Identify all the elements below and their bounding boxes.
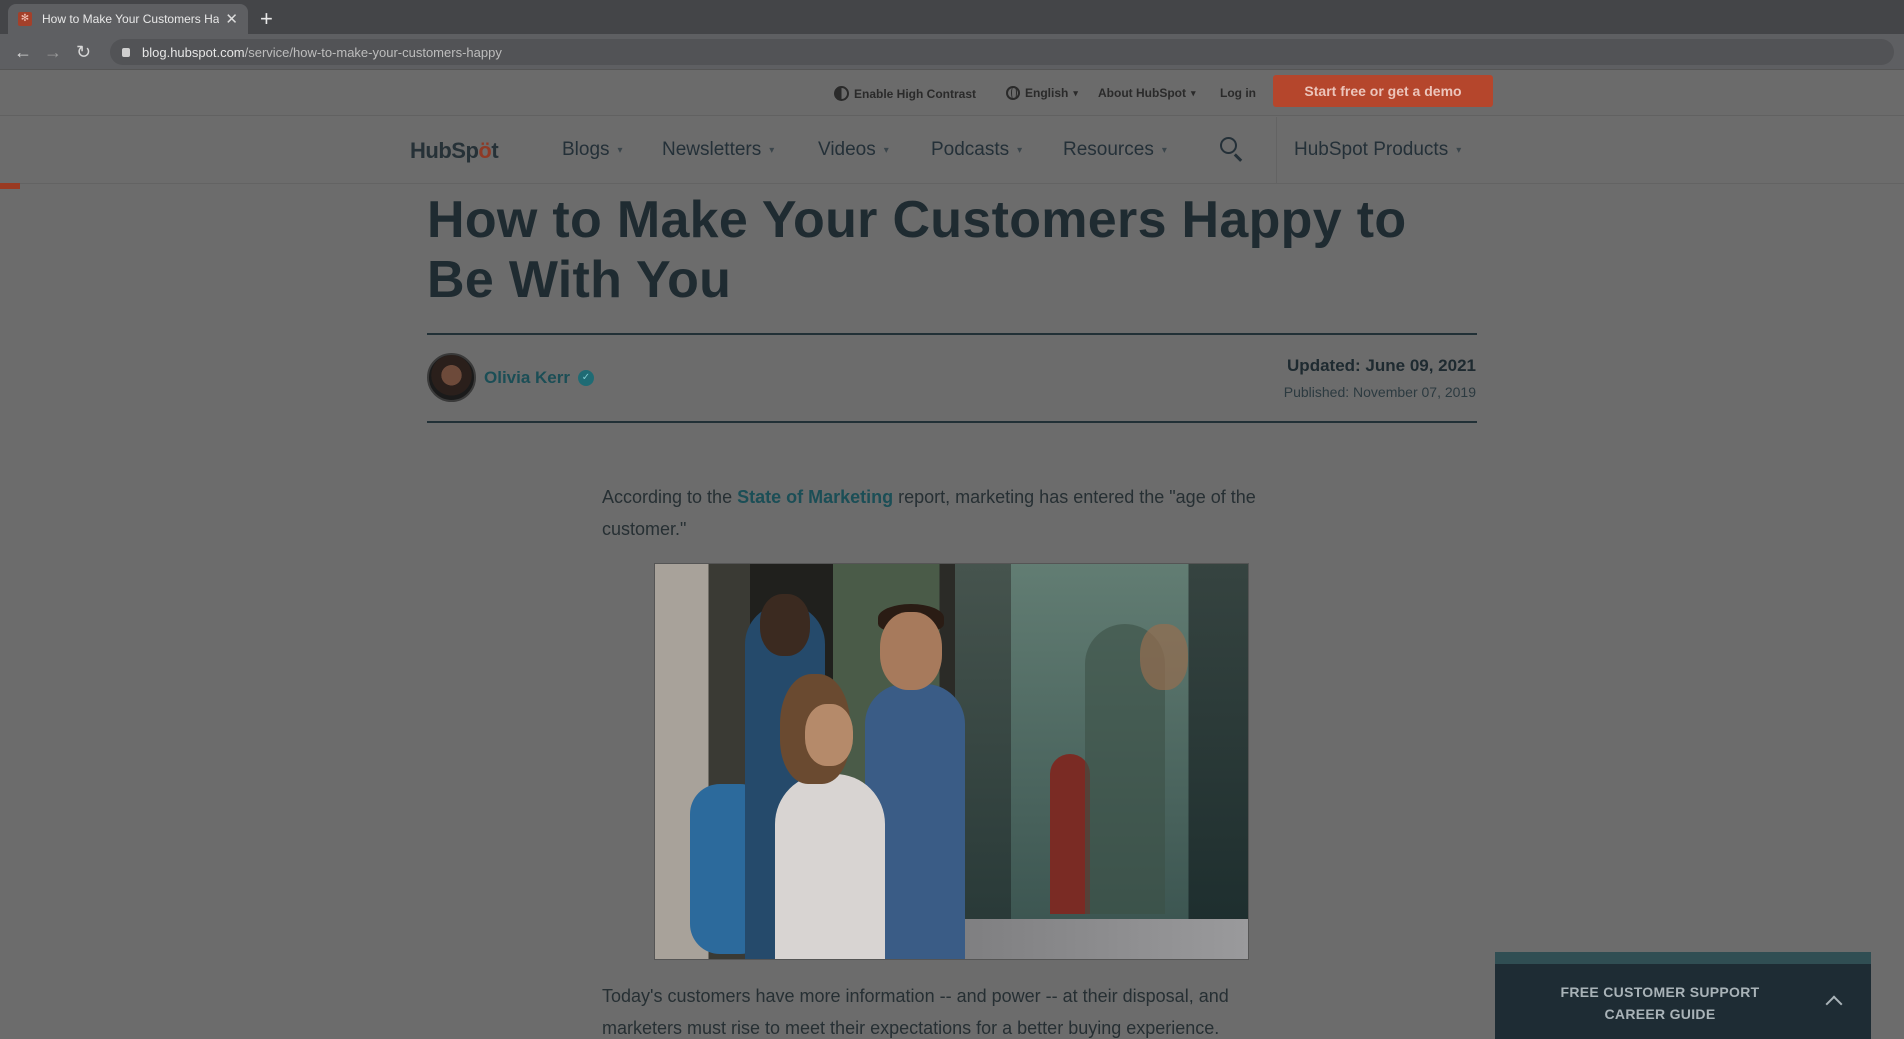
author-name-link[interactable]: Olivia Kerr bbox=[484, 368, 570, 388]
login-link[interactable]: Log in bbox=[1220, 86, 1256, 100]
avatar[interactable] bbox=[427, 353, 476, 402]
nav-item-podcasts[interactable]: Podcasts ▾ bbox=[931, 139, 1022, 161]
chevron-down-icon: ▾ bbox=[1073, 87, 1078, 98]
published-date: Published: November 07, 2019 bbox=[1283, 384, 1476, 400]
nav-item-newsletters[interactable]: Newsletters ▾ bbox=[662, 139, 774, 161]
hubspot-favicon-icon: ✻ bbox=[18, 12, 32, 26]
nav-label: Newsletters bbox=[662, 139, 762, 160]
photo-person-right-head bbox=[880, 612, 942, 690]
tab-title: How to Make Your Customers Ha bbox=[42, 12, 220, 26]
url-domain: blog.hubspot.com bbox=[142, 44, 245, 60]
chevron-down-icon: ▾ bbox=[1456, 144, 1462, 156]
url-input[interactable]: blog.hubspot.com/service/how-to-make-you… bbox=[110, 39, 1894, 65]
hubspot-logo[interactable]: HubSpöt bbox=[410, 138, 499, 164]
main-navigation: HubSpöt Blogs ▾ Newsletters ▾ Videos ▾ P… bbox=[0, 117, 1904, 184]
nav-divider bbox=[1276, 117, 1277, 184]
chevron-down-icon: ▾ bbox=[1161, 144, 1167, 156]
search-icon[interactable] bbox=[1220, 137, 1243, 162]
body-paragraph: Today's customers have more information … bbox=[602, 986, 1229, 1038]
author-block: Olivia Kerr ✓ bbox=[427, 353, 594, 402]
header-divider-top bbox=[427, 333, 1477, 335]
verified-check-icon: ✓ bbox=[578, 369, 594, 386]
photo-reflection-head bbox=[1140, 624, 1188, 690]
nav-item-resources[interactable]: Resources ▾ bbox=[1063, 139, 1167, 161]
high-contrast-toggle[interactable]: Enable High Contrast bbox=[834, 86, 976, 101]
photo-person-left-head bbox=[760, 594, 810, 656]
browser-tab[interactable]: ✻ How to Make Your Customers Ha ✕ bbox=[8, 4, 248, 34]
address-bar: ← → ↻ blog.hubspot.com/service/how-to-ma… bbox=[0, 34, 1904, 70]
nav-label: HubSpot Products bbox=[1294, 139, 1449, 160]
back-arrow-icon[interactable]: ← bbox=[14, 42, 32, 63]
forward-arrow-icon[interactable]: → bbox=[44, 42, 62, 63]
nav-item-videos[interactable]: Videos ▾ bbox=[818, 139, 889, 161]
chevron-down-icon: ▾ bbox=[1190, 87, 1196, 98]
close-icon[interactable]: ✕ bbox=[225, 10, 238, 28]
lock-icon bbox=[122, 47, 130, 57]
photo-floor bbox=[955, 919, 1248, 959]
utility-bar: Enable High Contrast English ▾ About Hub… bbox=[0, 70, 1904, 116]
chevron-down-icon: ▾ bbox=[1017, 144, 1023, 156]
url-path: /service/how-to-make-your-customers-happ… bbox=[244, 44, 502, 60]
nav-item-hubspot-products[interactable]: HubSpot Products ▾ bbox=[1294, 139, 1461, 161]
nav-label: Videos bbox=[818, 139, 876, 160]
nav-label: Blogs bbox=[562, 139, 610, 160]
plus-icon[interactable]: + bbox=[260, 6, 273, 32]
nav-item-blogs[interactable]: Blogs ▾ bbox=[562, 139, 623, 161]
chevron-up-icon[interactable] bbox=[1825, 995, 1843, 1013]
language-dropdown[interactable]: English ▾ bbox=[1006, 86, 1078, 100]
photo-woman-face bbox=[805, 704, 853, 766]
nav-label: Podcasts bbox=[931, 139, 1010, 160]
high-contrast-label: Enable High Contrast bbox=[854, 86, 977, 101]
chevron-down-icon: ▾ bbox=[769, 144, 775, 156]
intro-text-before: According to the bbox=[602, 487, 738, 507]
guide-label: FREE CUSTOMER SUPPORT CAREER GUIDE bbox=[1560, 984, 1760, 1022]
article-title: How to Make Your Customers Happy to Be W… bbox=[427, 191, 1407, 309]
sticky-guide-banner[interactable]: FREE CUSTOMER SUPPORT CAREER GUIDE bbox=[1495, 952, 1871, 1039]
start-free-button[interactable]: Start free or get a demo bbox=[1273, 75, 1493, 107]
photo-background-person bbox=[1050, 754, 1090, 914]
url-text: blog.hubspot.com/service/how-to-make-you… bbox=[142, 45, 502, 60]
header-divider-bottom bbox=[427, 421, 1477, 423]
reload-icon[interactable]: ↻ bbox=[76, 42, 91, 63]
search-icon-ring bbox=[1220, 137, 1237, 154]
nav-label: Resources bbox=[1063, 139, 1154, 160]
chevron-down-icon: ▾ bbox=[883, 144, 889, 156]
contrast-icon bbox=[834, 86, 849, 101]
photo-woman-body bbox=[775, 774, 885, 959]
updated-date: Updated: June 09, 2021 bbox=[1287, 356, 1476, 375]
search-icon-handle bbox=[1234, 153, 1243, 162]
state-of-marketing-link[interactable]: State of Marketing bbox=[737, 487, 893, 507]
intro-paragraph: According to the State of Marketing repo… bbox=[602, 481, 1282, 545]
reading-progress-bar bbox=[0, 183, 20, 189]
login-label: Log in bbox=[1220, 86, 1256, 100]
browser-tab-bar: ✻ How to Make Your Customers Ha ✕ + bbox=[0, 0, 1904, 34]
chevron-down-icon: ▾ bbox=[617, 144, 623, 156]
language-label: English bbox=[1025, 86, 1069, 100]
globe-icon bbox=[1006, 86, 1020, 100]
about-label: About HubSpot bbox=[1098, 86, 1186, 100]
article-hero-image bbox=[654, 563, 1249, 960]
about-hubspot-dropdown[interactable]: About HubSpot ▾ bbox=[1098, 86, 1196, 100]
